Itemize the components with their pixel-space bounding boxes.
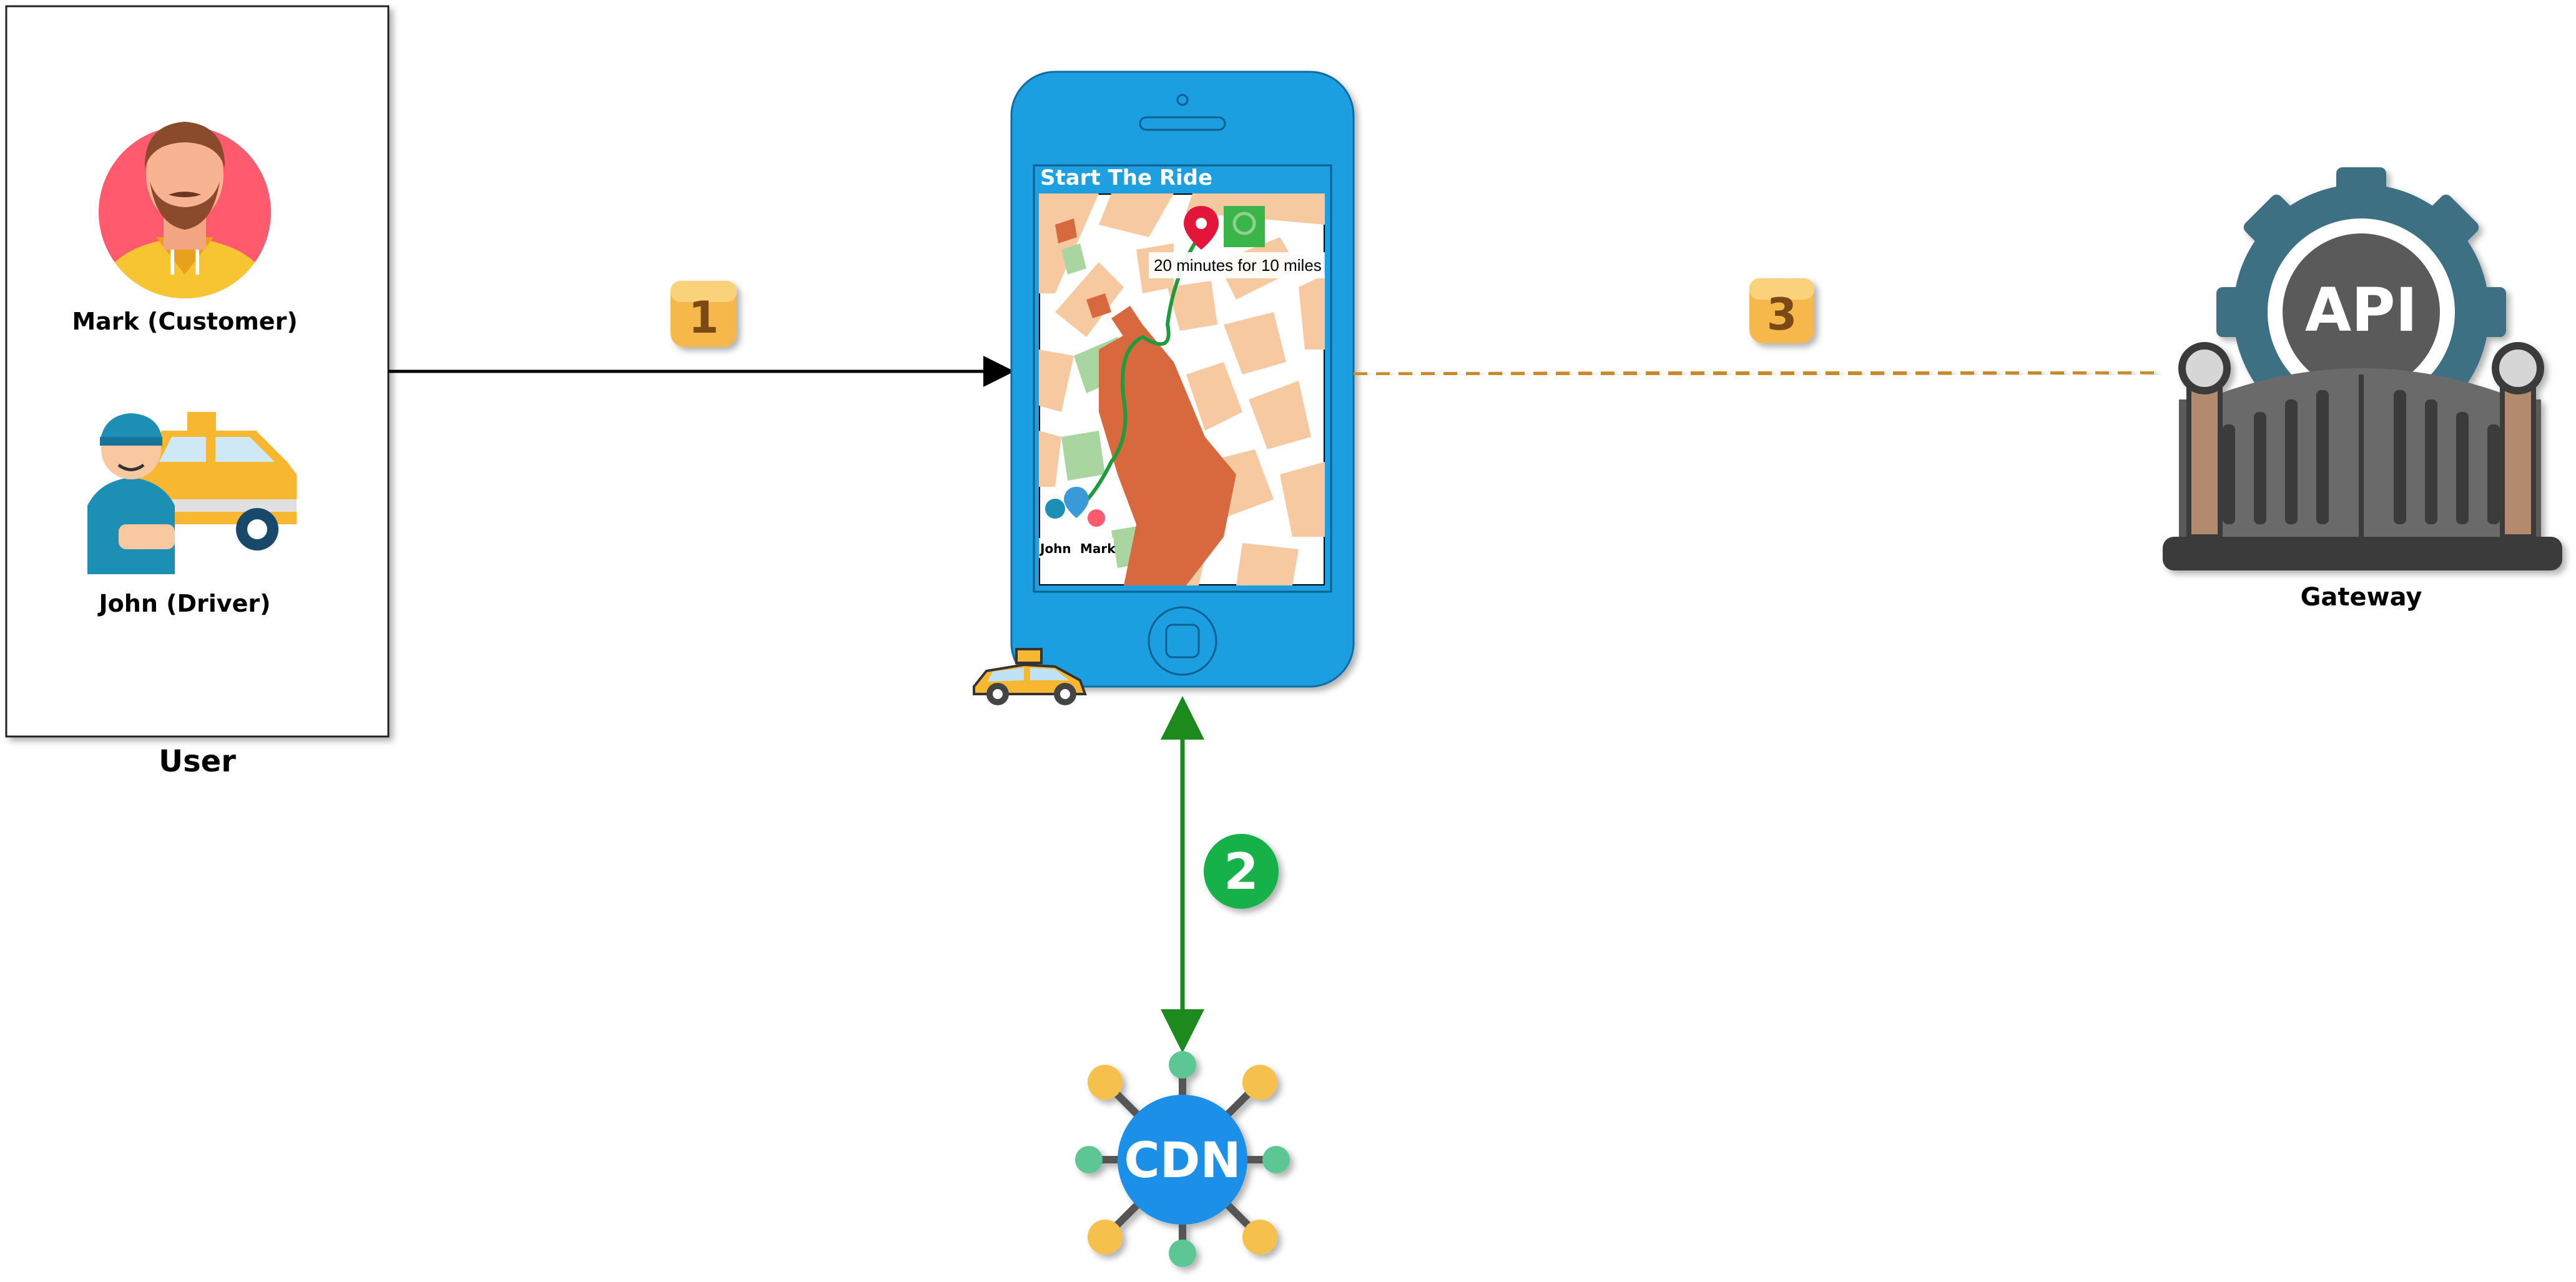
customer-label: Mark (Customer) — [72, 308, 297, 335]
driver-pin-label: John — [1039, 541, 1071, 556]
svg-text:2: 2 — [1224, 843, 1259, 901]
api-gateway-icon: API — [2163, 167, 2562, 570]
user-panel: Mark (Customer) John (Driver) — [5, 5, 390, 738]
screen-title: Start The Ride — [1040, 165, 1212, 190]
cdn-icon: CDN — [1075, 1051, 1290, 1267]
step-2-badge: 2 — [1204, 834, 1279, 909]
route-info: 20 minutes for 10 miles — [1154, 256, 1322, 275]
architecture-diagram: Mark (Customer) John (Driver) User 1 Sta… — [5, 5, 2562, 1267]
user-panel-title: User — [159, 744, 236, 779]
svg-text:API: API — [2305, 275, 2417, 345]
app-to-gateway-connector — [1353, 369, 2158, 377]
step-1-badge: 1 — [671, 281, 737, 347]
ride-map: 20 minutes for 10 miles John Mark — [1039, 193, 1325, 585]
mobile-app-phone: Start The Ride 20 minutes for 10 miles J… — [1010, 71, 1355, 688]
driver-label: John (Driver) — [97, 590, 271, 617]
driver-mini-icon — [1045, 499, 1065, 519]
svg-text:3: 3 — [1767, 289, 1797, 340]
step-3-badge: 3 — [1749, 278, 1814, 343]
svg-text:CDN: CDN — [1124, 1133, 1241, 1189]
gateway-label: Gateway — [2301, 583, 2422, 612]
user-panel-frame — [5, 5, 390, 738]
customer-mini-icon — [1088, 509, 1105, 527]
svg-text:1: 1 — [689, 292, 719, 343]
customer-pin-label: Mark — [1080, 541, 1116, 556]
